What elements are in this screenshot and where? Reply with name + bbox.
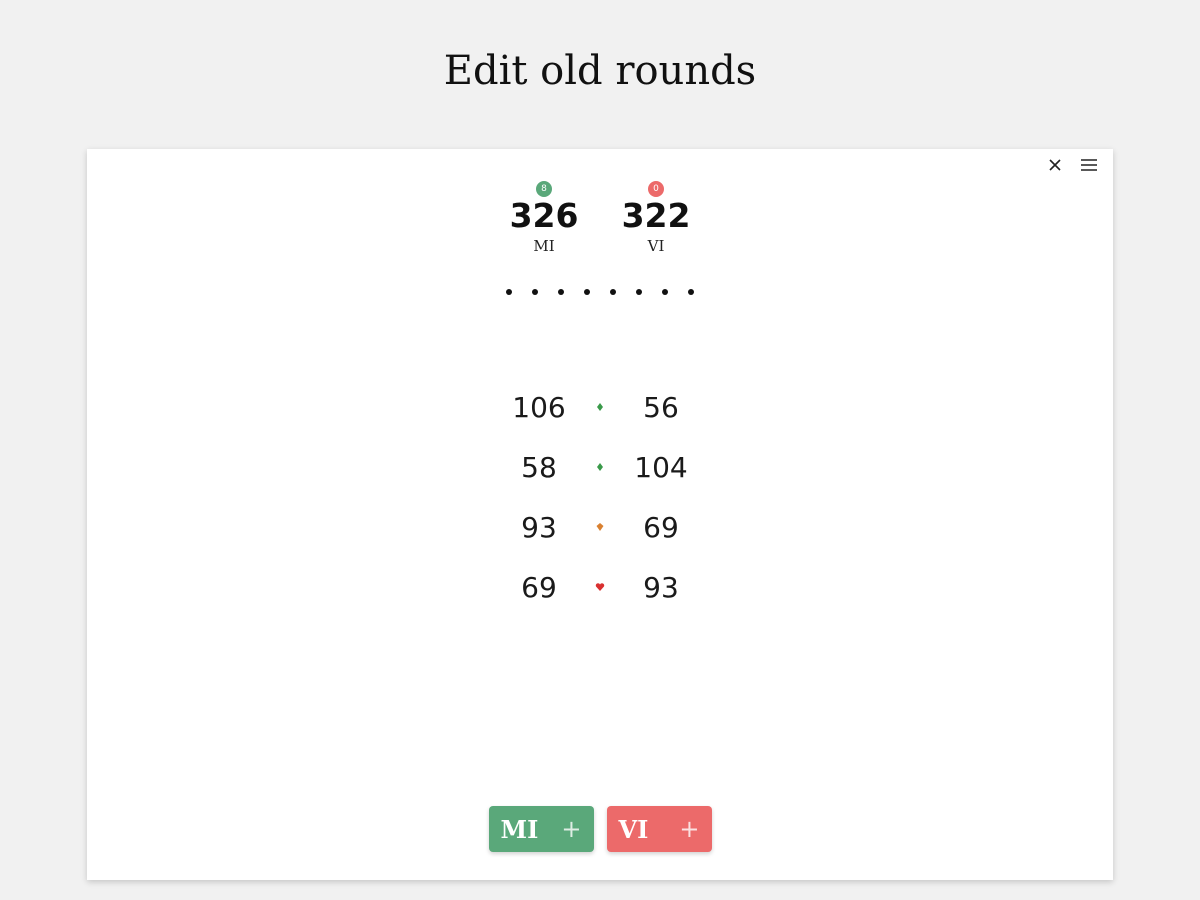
menu-icon[interactable] [1079,155,1099,175]
round-pagination-dots [87,289,1113,295]
round-score-mi: 106 [512,390,566,424]
button-label: MI [500,814,539,844]
suit-marker-icon [584,582,616,592]
round-score-mi: 69 [521,570,557,604]
pagination-dot[interactable] [506,289,512,295]
round-score-vi: 104 [634,450,688,484]
team-name: VI [647,237,665,255]
round-row[interactable]: 58 104 [87,437,1113,497]
round-score-mi: 58 [521,450,557,484]
add-mi-points-button[interactable]: MI + [488,806,594,852]
team-score-mi: 8 326 MI [509,181,579,255]
plus-icon: + [561,815,582,843]
page-title: Edit old rounds [443,48,757,94]
scoreboard: 8 326 MI 0 322 VI [87,181,1113,255]
suit-marker-icon [584,462,616,472]
team-badge: 8 [536,181,552,197]
add-vi-points-button[interactable]: VI + [606,806,712,852]
add-round-buttons: MI + VI + [87,806,1113,852]
round-score-vi: 56 [643,390,679,424]
round-row[interactable]: 106 56 [87,377,1113,437]
pagination-dot[interactable] [558,289,564,295]
round-score-mi: 93 [521,510,557,544]
team-total: 322 [621,196,691,235]
close-icon[interactable] [1045,155,1065,175]
pagination-dot[interactable] [584,289,590,295]
pagination-dot[interactable] [610,289,616,295]
pagination-dot[interactable] [662,289,668,295]
pagination-dot[interactable] [532,289,538,295]
team-score-vi: 0 322 VI [621,181,691,255]
team-total: 326 [509,196,579,235]
team-badge: 0 [648,181,664,197]
score-card: 8 326 MI 0 322 VI 106 56 58 104 93 69 69 [87,149,1113,880]
suit-marker-icon [584,522,616,532]
suit-marker-icon [584,402,616,412]
round-row[interactable]: 93 69 [87,497,1113,557]
team-name: MI [533,237,555,255]
round-score-vi: 93 [643,570,679,604]
rounds-list: 106 56 58 104 93 69 69 93 [87,377,1113,617]
round-row[interactable]: 69 93 [87,557,1113,617]
pagination-dot[interactable] [636,289,642,295]
plus-icon: + [679,815,700,843]
card-toolbar [1045,155,1099,175]
button-label: VI [618,814,649,844]
pagination-dot[interactable] [688,289,694,295]
round-score-vi: 69 [643,510,679,544]
